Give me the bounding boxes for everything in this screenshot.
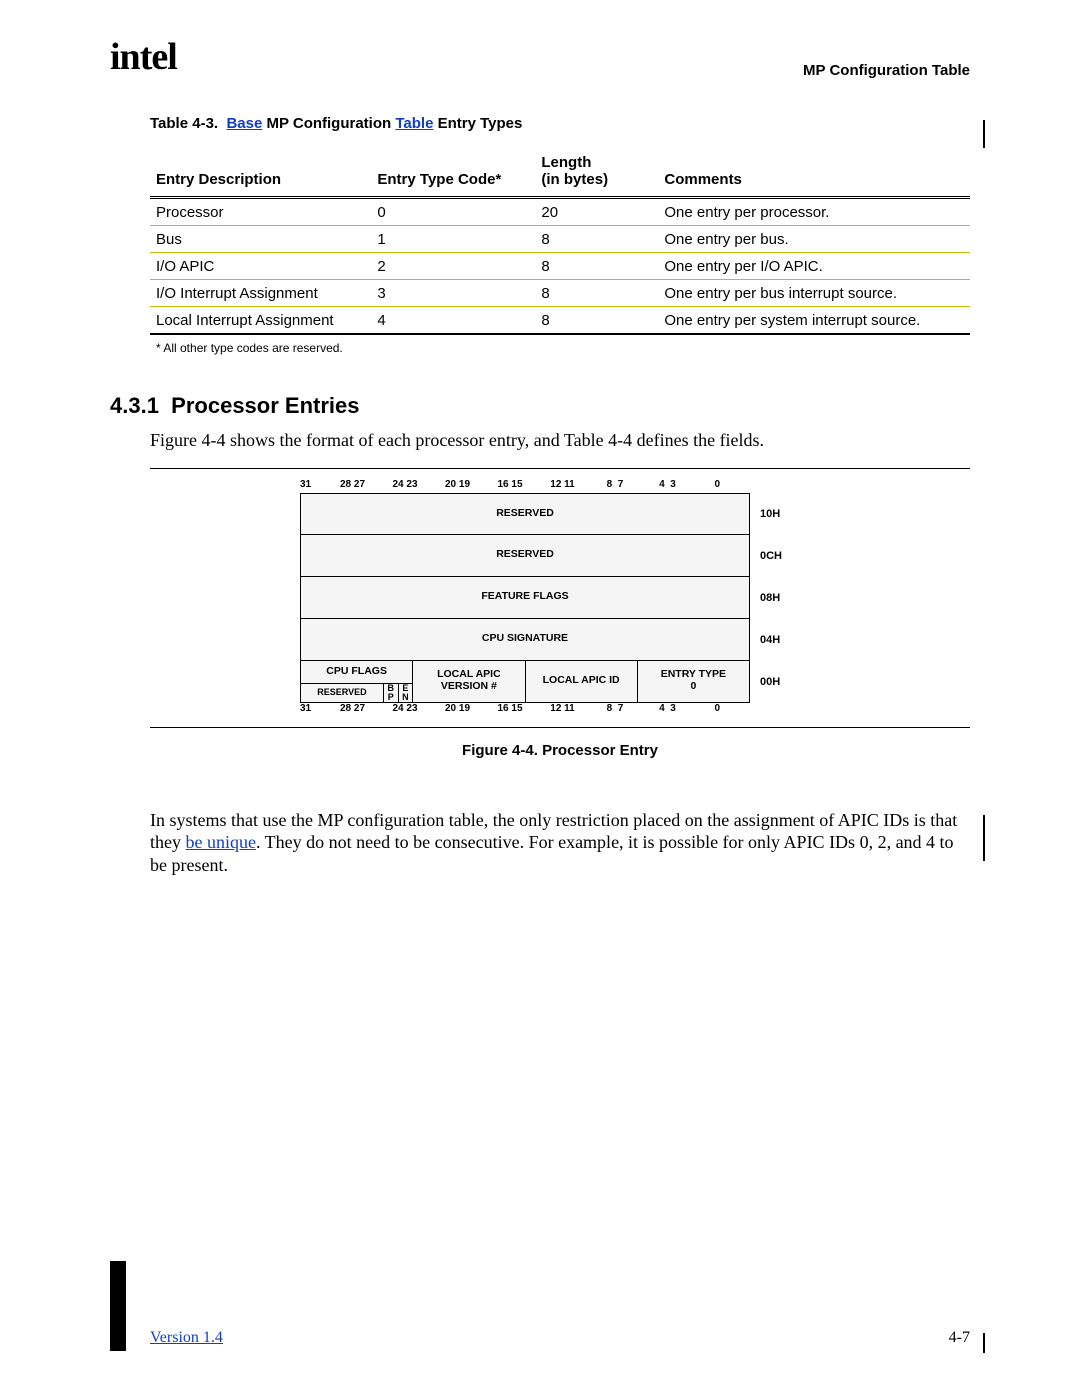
table-caption: Table 4-3. Base MP Configuration Table E… (150, 115, 970, 132)
cell-code: 2 (371, 253, 535, 280)
cell-cpu-flags-reserved: RESERVED (301, 684, 384, 702)
cell-len: 8 (535, 307, 658, 335)
table-caption-link-base[interactable]: Base (226, 115, 262, 132)
table-header-row: Entry Description Entry Type Code* Lengt… (150, 146, 970, 198)
revision-bar (983, 1333, 985, 1353)
cell-len: 8 (535, 226, 658, 253)
figure-wrapper: 31 28 27 24 23 20 19 16 15 12 11 8 7 4 3… (150, 468, 970, 728)
format-row-0CH: RESERVED 0CH (300, 535, 820, 577)
table-caption-tail: Entry Types (433, 115, 522, 132)
table-row: Processor 0 20 One entry per processor. (150, 198, 970, 226)
table-caption-text: MP Configuration (262, 115, 395, 132)
cell-comment: One entry per bus. (658, 226, 970, 253)
cell-code: 1 (371, 226, 535, 253)
section-heading: 4.3.1 Processor Entries (110, 393, 970, 419)
cell-reserved: RESERVED (300, 493, 750, 535)
cell-local-apic-id: LOCAL APIC ID (525, 660, 638, 703)
table-footnote: * All other type codes are reserved. (150, 341, 970, 355)
cell-local-apic-version: LOCAL APIC VERSION # (412, 660, 525, 703)
cell-comment: One entry per bus interrupt source. (658, 280, 970, 307)
table-caption-link-table[interactable]: Table (395, 115, 433, 132)
cell-len: 20 (535, 198, 658, 226)
offset-label: 08H (750, 577, 820, 619)
footer-version-link[interactable]: Version 1.4 (150, 1329, 223, 1347)
table-row: I/O Interrupt Assignment 3 8 One entry p… (150, 280, 970, 307)
intel-logo: intel (110, 35, 177, 79)
offset-label: 0CH (750, 535, 820, 577)
cell-desc: Bus (150, 226, 371, 253)
section-paragraph: Figure 4-4 shows the format of each proc… (150, 429, 970, 452)
entry-types-table: Entry Description Entry Type Code* Lengt… (150, 146, 970, 335)
col-length: Length (in bytes) (535, 146, 658, 198)
table-row: Local Interrupt Assignment 4 8 One entry… (150, 307, 970, 335)
cell-comment: One entry per processor. (658, 198, 970, 226)
bit-labels-bottom: 31 28 27 24 23 20 19 16 15 12 11 8 7 4 3… (300, 703, 720, 717)
col-type-code: Entry Type Code* (371, 146, 535, 198)
cell-comment: One entry per I/O APIC. (658, 253, 970, 280)
cell-code: 3 (371, 280, 535, 307)
cell-feature-flags: FEATURE FLAGS (300, 576, 750, 619)
page-footer: Version 1.4 4-7 (150, 1329, 970, 1347)
figure-caption: Figure 4-4. Processor Entry (150, 742, 970, 759)
cell-reserved: RESERVED (300, 534, 750, 577)
format-row-10H: RESERVED 10H (300, 493, 820, 535)
cell-bp-flag: B P (384, 684, 399, 702)
cell-desc: Local Interrupt Assignment (150, 307, 371, 335)
table-caption-label: Table 4-3. (150, 115, 218, 132)
cell-desc: I/O Interrupt Assignment (150, 280, 371, 307)
col-description: Entry Description (150, 146, 371, 198)
cell-cpu-flags: CPU FLAGS (301, 661, 412, 683)
table-row: I/O APIC 2 8 One entry per I/O APIC. (150, 253, 970, 280)
cell-code: 0 (371, 198, 535, 226)
revision-bar (983, 815, 985, 861)
cell-comment: One entry per system interrupt source. (658, 307, 970, 335)
bit-labels-top: 31 28 27 24 23 20 19 16 15 12 11 8 7 4 3… (300, 479, 720, 493)
cell-len: 8 (535, 253, 658, 280)
cell-code: 4 (371, 307, 535, 335)
revision-bar (983, 120, 985, 148)
format-row-08H: FEATURE FLAGS 08H (300, 577, 820, 619)
margin-marker (110, 1261, 126, 1351)
offset-label: 00H (750, 661, 820, 703)
table-row: Bus 1 8 One entry per bus. (150, 226, 970, 253)
section-heading-num: 4.3.1 (110, 393, 159, 418)
header-section-title: MP Configuration Table (803, 62, 970, 79)
format-row-04H: CPU SIGNATURE 04H (300, 619, 820, 661)
link-be-unique[interactable]: be unique (186, 832, 256, 852)
footer-page-number: 4-7 (949, 1329, 970, 1347)
cell-len: 8 (535, 280, 658, 307)
para-text: . They do not need to be consecutive. Fo… (150, 832, 954, 875)
cell-cpu-signature: CPU SIGNATURE (300, 618, 750, 661)
format-row-00H: CPU FLAGS RESERVED B P E N LOCAL APIC VE… (300, 661, 820, 703)
cell-desc: I/O APIC (150, 253, 371, 280)
section-heading-text: Processor Entries (171, 393, 359, 418)
cell-en-flag: E N (399, 684, 413, 702)
offset-label: 04H (750, 619, 820, 661)
col-comments: Comments (658, 146, 970, 198)
cell-entry-type: ENTRY TYPE 0 (637, 660, 750, 703)
body-paragraph: In systems that use the MP configuration… (150, 809, 970, 877)
offset-label: 10H (750, 493, 820, 535)
cell-desc: Processor (150, 198, 371, 226)
